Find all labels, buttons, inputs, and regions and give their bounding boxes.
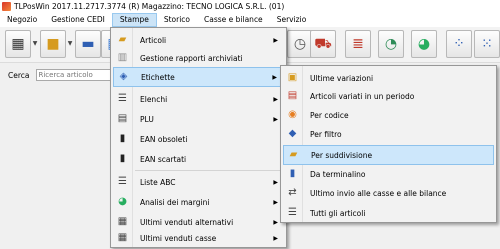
stampe-item-liste-abc[interactable]: ☰ Liste ABC ▶	[113, 172, 284, 192]
grid-icon: ▦	[117, 232, 128, 243]
menu-stampe[interactable]: Stampe	[111, 13, 157, 27]
search-label: Cerca	[8, 70, 30, 80]
keypad-icon: ▦	[11, 36, 25, 52]
menu-negozio[interactable]: Negozio	[0, 13, 44, 27]
toolbar-chart-button[interactable]: ◔	[378, 30, 404, 58]
label-icon: ◈	[119, 71, 128, 82]
menu-storico[interactable]: Storico	[157, 13, 197, 27]
toolbar-dots-button[interactable]: ⁙	[474, 30, 500, 58]
window-title: TLPosWin 2017.11.2717.3774 (R) Magazzino…	[14, 2, 285, 11]
search-input[interactable]	[35, 69, 116, 81]
plu-icon: ▤	[117, 113, 128, 124]
archive-icon: ▥	[117, 52, 128, 63]
pie-chart-icon: ◕	[118, 196, 127, 207]
submenu-arrow-icon: ▶	[273, 95, 278, 103]
toolbar-grid-button[interactable]: ⁘	[446, 30, 472, 58]
submenu-arrow-icon: ▶	[273, 115, 278, 123]
cart-icon: ⛟	[314, 36, 332, 52]
etichette-item-ultimo-invio[interactable]: ⇄ Ultimo invio alle casse e alle bilance	[283, 183, 494, 203]
etichette-item-articoli-variati[interactable]: ▤ Articoli variati in un periodo	[283, 86, 494, 106]
submenu-arrow-icon: ▶	[273, 234, 278, 242]
grid-icon: ▦	[117, 216, 128, 227]
box-icon: ■	[46, 36, 60, 52]
etichette-item-da-terminalino[interactable]: ▮ Da terminalino	[283, 164, 494, 184]
chart-icon: ◔	[384, 36, 398, 52]
stampe-item-ultimi-venduti-casse[interactable]: ▦ Ultimi venduti casse ▶	[113, 228, 284, 248]
send-icon: ⇄	[288, 187, 297, 198]
etichette-item-per-suddivisione[interactable]: ▰ Per suddivisione	[283, 145, 494, 165]
etichette-item-per-filtro[interactable]: ◆ Per filtro	[283, 124, 494, 144]
code-icon: ◉	[288, 109, 297, 120]
toolbar-cart-button[interactable]: ⛟	[310, 30, 336, 58]
stampe-item-articoli[interactable]: ▰ Articoli ▶	[113, 30, 284, 50]
toolbar-pie-button[interactable]: ◕	[411, 30, 437, 58]
menu-separator	[135, 170, 284, 171]
stampe-item-gestione-rapporti[interactable]: ▥ Gestione rapporti archiviati	[113, 48, 284, 68]
folder-icon: ▰	[289, 149, 298, 160]
list-icon: ≣	[352, 36, 364, 52]
toolbar-truck-button[interactable]: ▬	[75, 30, 101, 58]
calendar-icon: ▤	[287, 90, 298, 101]
pie-chart-icon: ◕	[417, 36, 431, 52]
dropdown-arrow-icon[interactable]: ▼	[67, 35, 73, 53]
app-icon	[2, 2, 11, 11]
menu-servizio[interactable]: Servizio	[270, 13, 314, 27]
variations-icon: ▣	[287, 72, 298, 83]
toolbar-box-button[interactable]: ■	[40, 30, 66, 58]
submenu-arrow-icon: ▶	[273, 36, 278, 44]
filter-icon: ◆	[288, 128, 297, 139]
stampe-menu: ▰ Articoli ▶ ▥ Gestione rapporti archivi…	[110, 27, 287, 248]
etichette-submenu: ▣ Ultime variazioni ▤ Articoli variati i…	[280, 65, 497, 223]
dropdown-arrow-icon[interactable]: ▼	[32, 35, 38, 53]
title-bar: TLPosWin 2017.11.2717.3774 (R) Magazzino…	[0, 0, 500, 13]
terminal-icon: ▮	[289, 168, 296, 179]
submenu-arrow-icon: ▶	[273, 198, 278, 206]
barcode-icon: ▮	[119, 153, 126, 164]
toolbar-list-button[interactable]: ≣	[345, 30, 371, 58]
menu-bar: Negozio Gestione CEDI Stampe Storico Cas…	[0, 13, 500, 27]
etichette-item-per-codice[interactable]: ◉ Per codice	[283, 105, 494, 125]
submenu-arrow-icon: ▶	[273, 218, 278, 226]
stampe-item-elenchi[interactable]: ☰ Elenchi ▶	[113, 89, 284, 109]
grid-icon: ⁘	[453, 36, 465, 52]
stampe-item-ean-obsoleti[interactable]: ▮ EAN obsoleti	[113, 129, 284, 149]
clock-icon: ◷	[293, 36, 307, 52]
truck-icon: ▬	[81, 36, 95, 52]
etichette-item-ultime-variazioni[interactable]: ▣ Ultime variazioni	[283, 68, 494, 88]
dots-icon: ⁙	[481, 36, 493, 52]
abc-list-icon: ☰	[118, 176, 127, 187]
book-icon: ▰	[118, 34, 127, 45]
menu-casse-e-bilance[interactable]: Casse e bilance	[197, 13, 270, 27]
submenu-arrow-icon: ▶	[273, 178, 278, 186]
all-items-icon: ☰	[288, 207, 297, 218]
stampe-item-ean-scartati[interactable]: ▮ EAN scartati	[113, 149, 284, 169]
submenu-arrow-icon: ▶	[272, 73, 277, 81]
list-icon: ☰	[118, 93, 127, 104]
stampe-item-analisi-margini[interactable]: ◕ Analisi dei margini ▶	[113, 192, 284, 212]
toolbar-keypad-button[interactable]: ▦	[5, 30, 31, 58]
barcode-icon: ▮	[119, 133, 126, 144]
stampe-item-plu[interactable]: ▤ PLU ▶	[113, 109, 284, 129]
stampe-item-etichette[interactable]: ◈ Etichette ▶	[113, 67, 284, 87]
menu-gestione-cedi[interactable]: Gestione CEDI	[44, 13, 112, 27]
etichette-item-tutti-gli-articoli[interactable]: ☰ Tutti gli articoli	[283, 203, 494, 223]
